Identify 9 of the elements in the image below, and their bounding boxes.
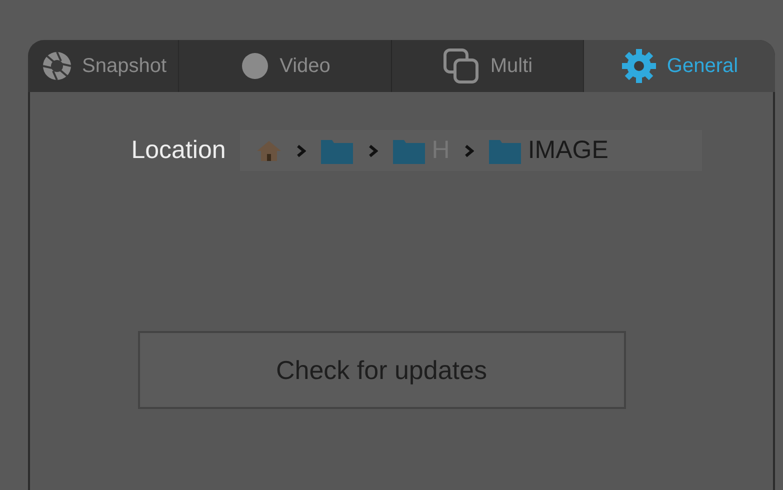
record-icon	[240, 51, 270, 81]
check-updates-button[interactable]: Check for updates	[138, 331, 626, 409]
aperture-icon	[42, 51, 72, 81]
home-icon	[256, 138, 282, 162]
copies-icon	[442, 47, 480, 85]
tab[interactable]: General	[584, 40, 775, 92]
gear-icon	[620, 48, 657, 84]
folder-name: IMAGE	[528, 136, 608, 165]
location-label: Location	[131, 136, 226, 165]
